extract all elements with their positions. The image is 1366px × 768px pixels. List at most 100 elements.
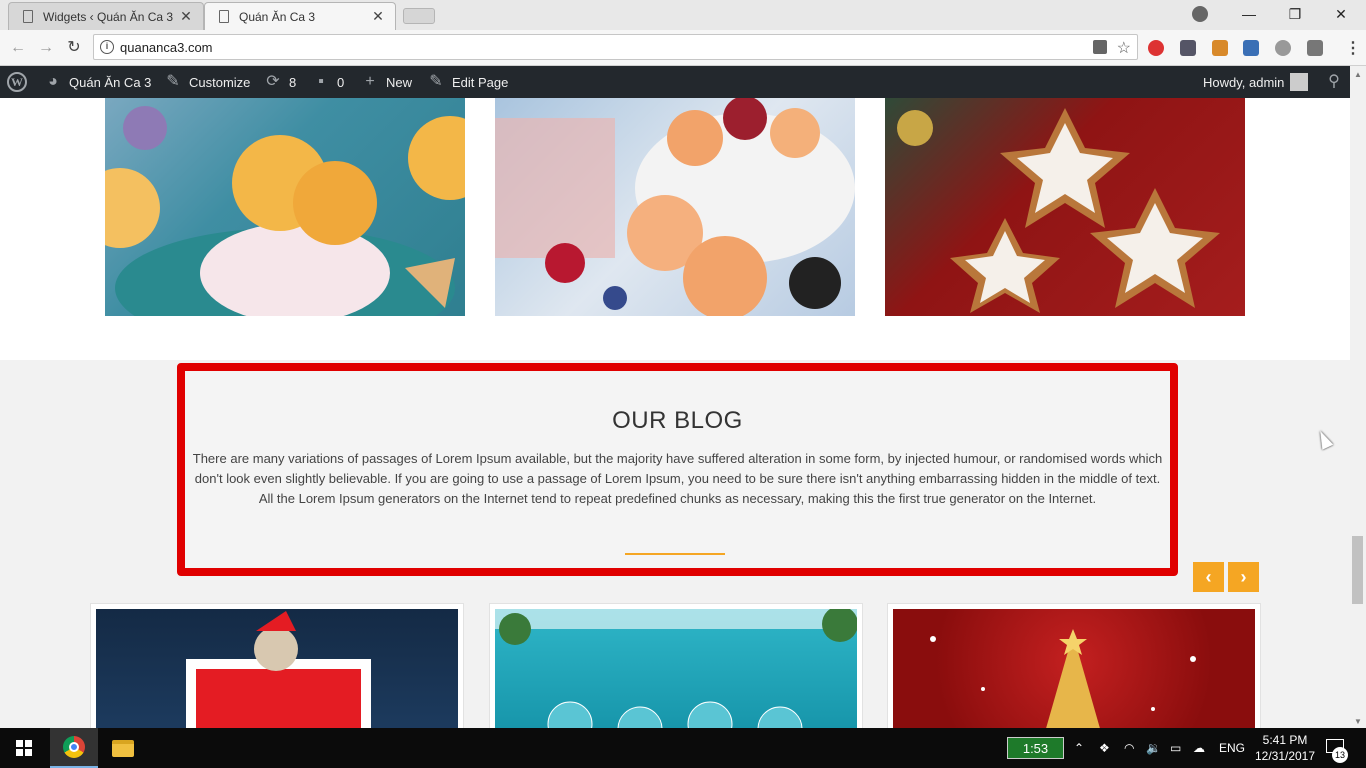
- site-name-link[interactable]: ◕ Quán Ăn Ca 3: [44, 66, 151, 98]
- section-description: There are many variations of passages of…: [192, 451, 1163, 506]
- forward-icon[interactable]: →: [36, 38, 56, 58]
- back-icon[interactable]: ←: [8, 38, 28, 58]
- post-thumbnail[interactable]: [495, 609, 857, 728]
- address-bar[interactable]: i quananca3.com ☆: [93, 34, 1138, 60]
- show-hidden-icons[interactable]: ⌃: [1074, 728, 1084, 768]
- profile-icon[interactable]: [1192, 6, 1208, 22]
- url-text[interactable]: quananca3.com: [120, 40, 213, 55]
- section-title: OUR BLOG: [612, 407, 743, 434]
- page-icon: [219, 10, 229, 23]
- edit-page-label: Edit Page: [452, 74, 509, 90]
- post-thumbnail[interactable]: [893, 609, 1255, 728]
- avatar: [1290, 73, 1309, 91]
- battery-icon[interactable]: ▭: [1170, 728, 1181, 768]
- scroll-up-icon[interactable]: ▲: [1354, 70, 1362, 79]
- windows-logo-icon: [16, 740, 32, 756]
- cookie-illustration: [897, 108, 1220, 313]
- fruit-bowl-photo[interactable]: [495, 98, 855, 316]
- gallery-section: [0, 98, 1350, 360]
- tab-site[interactable]: Quán Ăn Ca 3 ✕: [204, 2, 396, 30]
- account-menu[interactable]: Howdy, admin: [1203, 66, 1309, 98]
- wordpress-logo-icon[interactable]: W: [7, 66, 27, 98]
- updates-icon: ⟳: [266, 73, 280, 90]
- extension-icon[interactable]: [1148, 40, 1164, 56]
- tab-widgets[interactable]: Widgets ‹ Quán Ăn Ca 3 ✕: [8, 2, 204, 30]
- comments-count: 0: [337, 74, 345, 90]
- ice-cream-photo[interactable]: [105, 98, 465, 316]
- extension-icon[interactable]: [1212, 40, 1228, 56]
- comments-link[interactable]: ▪ 0: [312, 66, 344, 98]
- scroll-down-icon[interactable]: ▼: [1354, 717, 1362, 726]
- updates-link[interactable]: ⟳ 8: [264, 66, 296, 98]
- new-year-2018-image: [186, 611, 371, 728]
- language-indicator[interactable]: ENG: [1219, 728, 1245, 768]
- cast-icon[interactable]: [1307, 40, 1323, 56]
- teal-ornaments-image: [495, 609, 857, 728]
- brush-icon: ✎: [166, 73, 180, 90]
- scroll-thumb[interactable]: [1352, 536, 1363, 604]
- fruit-illustration: [495, 98, 855, 316]
- title-underline: [625, 553, 725, 555]
- bookmark-star-icon[interactable]: ☆: [1117, 38, 1131, 58]
- new-label: New: [386, 74, 413, 90]
- extension-icon[interactable]: [1275, 40, 1291, 56]
- plus-icon: +: [365, 73, 375, 90]
- search-icon[interactable]: ⚲: [1325, 66, 1350, 98]
- file-explorer-button[interactable]: [99, 728, 147, 768]
- customize-link[interactable]: ✎ Customize: [164, 66, 250, 98]
- clock-date: 12/31/2017: [1254, 749, 1316, 763]
- edit-page-link[interactable]: ✎ Edit Page: [427, 66, 508, 98]
- tab-close-icon[interactable]: ✕: [179, 8, 193, 25]
- star-cookies-photo[interactable]: [885, 98, 1245, 316]
- start-button[interactable]: [0, 728, 48, 768]
- new-content-link[interactable]: + New: [361, 66, 412, 98]
- blog-post-card[interactable]: [489, 603, 863, 728]
- browser-toolbar: ← → ↻ i quananca3.com ☆ ⋮: [0, 30, 1366, 66]
- wifi-icon[interactable]: ◠: [1124, 728, 1134, 768]
- tab-strip: Widgets ‹ Quán Ăn Ca 3 ✕ Quán Ăn Ca 3 ✕ …: [0, 0, 1366, 30]
- wp-admin-bar: W ◕ Quán Ăn Ca 3 ✎ Customize ⟳ 8 ▪ 0 + N…: [0, 66, 1366, 98]
- minimize-button[interactable]: —: [1226, 0, 1272, 28]
- translate-icon[interactable]: [1093, 40, 1107, 54]
- dashboard-icon: ◕: [48, 73, 58, 90]
- christmas-tree-image: [930, 629, 1196, 728]
- blog-post-card[interactable]: [887, 603, 1261, 728]
- close-window-button[interactable]: ✕: [1318, 0, 1364, 28]
- page-scrollbar[interactable]: ▲ ▼: [1350, 66, 1366, 728]
- clock-time: 5:41 PM: [1262, 733, 1308, 747]
- clock[interactable]: 5:41 PM 12/31/2017: [1250, 732, 1320, 764]
- greeting-text: Howdy, admin: [1203, 74, 1285, 90]
- onedrive-icon[interactable]: ☁: [1193, 728, 1205, 768]
- extension-icon[interactable]: [1243, 40, 1259, 56]
- blog-post-card[interactable]: [90, 603, 464, 728]
- notification-count-badge: 13: [1332, 747, 1348, 763]
- comment-icon: ▪: [318, 73, 324, 90]
- post-thumbnail[interactable]: [96, 609, 458, 728]
- chrome-menu-icon[interactable]: ⋮: [1345, 38, 1361, 58]
- maximize-button[interactable]: ❐: [1272, 0, 1318, 28]
- dropbox-icon[interactable]: ❖: [1099, 728, 1110, 768]
- tab-close-icon[interactable]: ✕: [371, 8, 385, 25]
- pencil-icon: ✎: [429, 73, 443, 90]
- carousel-next-button[interactable]: ›: [1228, 562, 1259, 592]
- chrome-icon: [63, 736, 85, 758]
- eyedropper-extension-icon[interactable]: [1180, 40, 1196, 56]
- chrome-taskbar-button[interactable]: [50, 728, 98, 768]
- info-icon[interactable]: i: [100, 40, 114, 54]
- volume-icon[interactable]: 🔉: [1146, 728, 1161, 768]
- page-content: OUR BLOG There are many variations of pa…: [0, 98, 1350, 728]
- windows-taskbar: 1:53 ⌃ ❖ ◠ 🔉 ▭ ☁ ENG 5:41 PM 12/31/2017 …: [0, 728, 1366, 768]
- folder-icon: [112, 739, 134, 757]
- customize-label: Customize: [189, 74, 251, 90]
- carousel-prev-button[interactable]: ‹: [1193, 562, 1224, 592]
- blog-section: OUR BLOG There are many variations of pa…: [0, 360, 1350, 728]
- updates-count: 8: [289, 74, 297, 90]
- page-icon: [23, 10, 33, 23]
- tab-title: Quán Ăn Ca 3: [239, 9, 316, 24]
- blog-intro-box: OUR BLOG There are many variations of pa…: [177, 363, 1178, 576]
- tab-title: Widgets ‹ Quán Ăn Ca 3: [43, 9, 174, 24]
- reload-icon[interactable]: ↻: [64, 38, 84, 58]
- battery-timer[interactable]: 1:53: [1007, 737, 1064, 759]
- new-tab-button[interactable]: [403, 8, 435, 24]
- ice-cream-illustration: [105, 106, 465, 316]
